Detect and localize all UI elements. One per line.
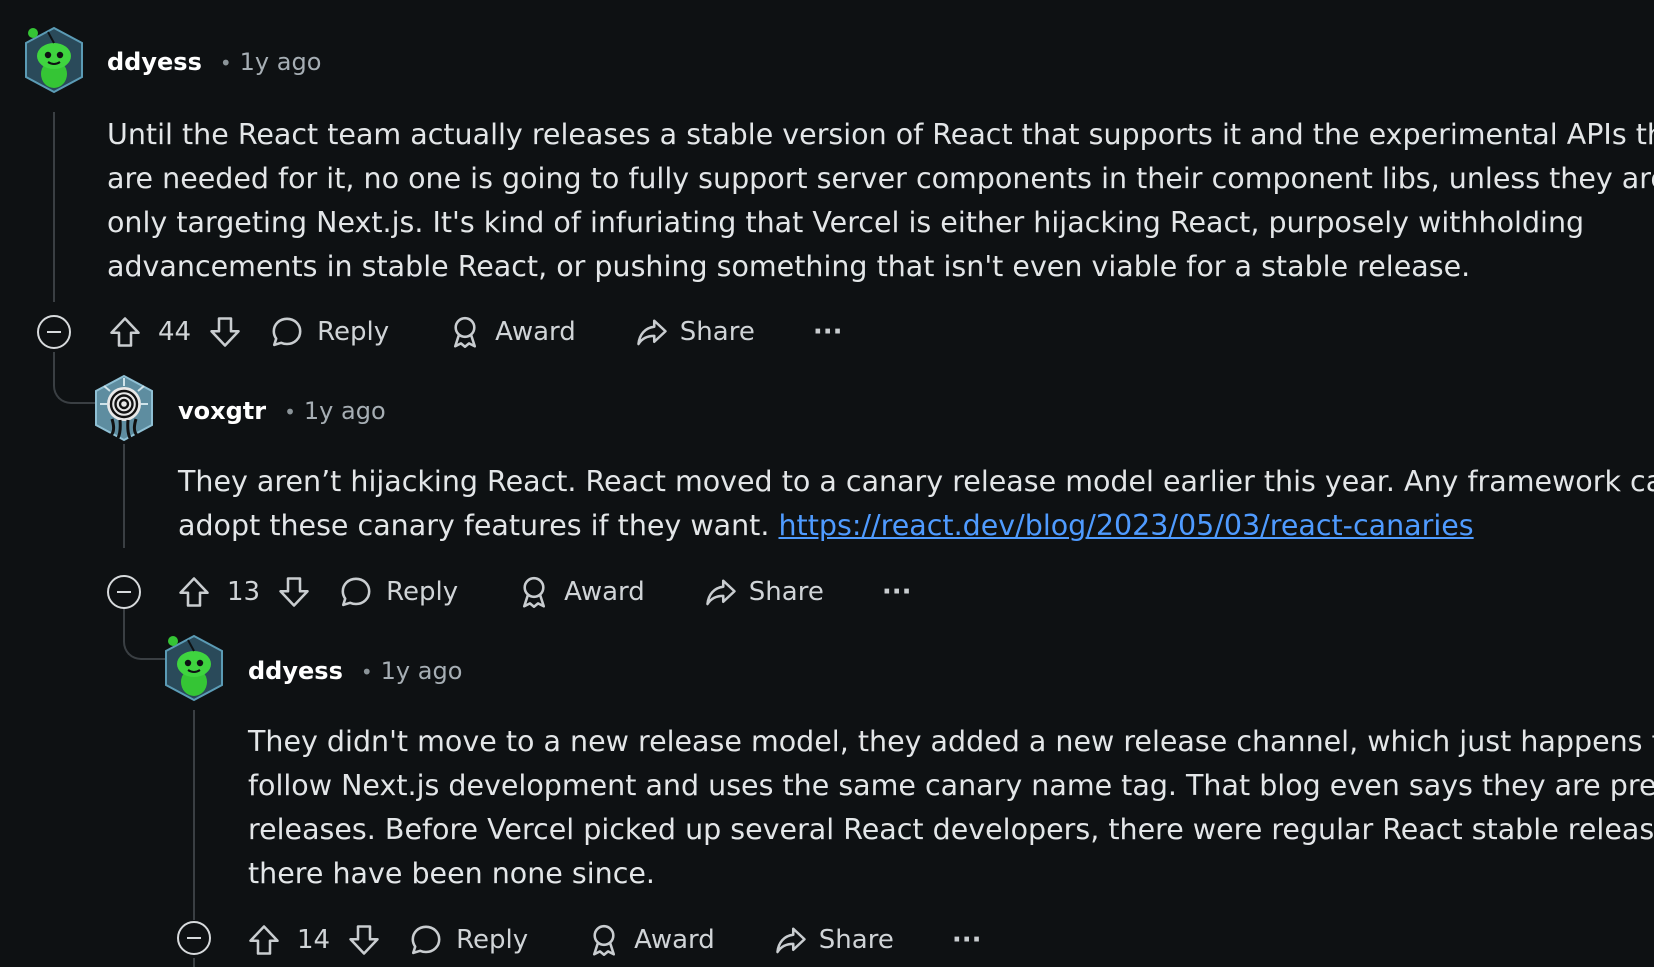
downvote-arrow-icon — [276, 574, 312, 610]
upvote-button[interactable] — [107, 314, 143, 350]
comment-body: They aren’t hijacking React. React moved… — [178, 460, 1654, 548]
comment-actions: 44 Reply Award Share ··· — [107, 310, 842, 354]
downvote-arrow-icon — [207, 314, 243, 350]
vote-count: 13 — [227, 577, 261, 607]
share-button[interactable]: Share — [634, 314, 755, 350]
share-arrow-icon — [634, 314, 670, 350]
award-ribbon-icon — [516, 574, 552, 610]
comment-actions: 14 Reply Award Share ··· — [246, 918, 981, 962]
reply-button[interactable]: Reply — [338, 574, 458, 610]
comment-meta: voxgtr • 1y ago — [178, 397, 386, 425]
comment-time[interactable]: 1y ago — [240, 48, 322, 76]
thread-line[interactable] — [123, 444, 125, 548]
minus-circle-icon — [36, 314, 72, 350]
share-arrow-icon — [703, 574, 739, 610]
spiral-avatar-icon[interactable] — [92, 374, 156, 442]
thread-line[interactable] — [193, 710, 195, 920]
share-label: Share — [818, 925, 894, 955]
chat-bubble-icon — [338, 574, 374, 610]
reply-button[interactable]: Reply — [408, 922, 528, 958]
award-button[interactable]: Award — [586, 922, 715, 958]
reply-button[interactable]: Reply — [269, 314, 389, 350]
author-name[interactable]: ddyess — [248, 657, 343, 685]
award-label: Award — [495, 317, 576, 347]
meta-separator: • — [284, 400, 296, 424]
upvote-arrow-icon — [107, 314, 143, 350]
comment-body-line: are needed for it, no one is going to fu… — [107, 162, 1654, 195]
comment-body-line: releases. Before Vercel picked up severa… — [248, 813, 1654, 846]
downvote-button[interactable] — [346, 922, 382, 958]
reply-label: Reply — [386, 577, 459, 607]
comment-body-line: Until the React team actually releases a… — [107, 118, 1654, 151]
downvote-button[interactable] — [276, 574, 312, 610]
collapse-button[interactable] — [176, 920, 212, 956]
vote-count: 44 — [158, 317, 192, 347]
chat-bubble-icon — [269, 314, 305, 350]
reply-label: Reply — [456, 925, 529, 955]
thread-line[interactable] — [193, 958, 195, 967]
snoo-green-avatar-icon[interactable] — [162, 634, 226, 702]
comment-body-line: only targeting Next.js. It's kind of inf… — [107, 206, 1585, 239]
comment-meta: ddyess • 1y ago — [107, 48, 321, 76]
share-label: Share — [679, 317, 755, 347]
comment-body-line-with-link: adopt these canary features if they want… — [178, 504, 1654, 548]
comment-body-line: advancements in stable React, or pushing… — [107, 250, 1471, 283]
minus-circle-icon — [106, 574, 142, 610]
award-button[interactable]: Award — [516, 574, 645, 610]
thread-line[interactable] — [53, 112, 55, 302]
more-options-button[interactable]: ··· — [952, 925, 982, 955]
comment-body-line: They didn't move to a new release model,… — [248, 725, 1654, 758]
upvote-button[interactable] — [176, 574, 212, 610]
meta-separator: • — [360, 660, 373, 684]
snoo-green-avatar-icon[interactable] — [22, 26, 86, 94]
comment-meta: ddyess • 1y ago — [248, 657, 462, 685]
author-name[interactable]: voxgtr — [178, 397, 266, 425]
collapse-button[interactable] — [106, 574, 142, 610]
award-ribbon-icon — [447, 314, 483, 350]
thread-elbow — [53, 352, 95, 404]
comment-body-line: there have been none since. — [248, 857, 655, 890]
comment-actions: 13 Reply Award Share ··· — [176, 570, 911, 614]
comment-body: Until the React team actually releases a… — [107, 113, 1654, 289]
comment-body-line: They aren’t hijacking React. React moved… — [178, 465, 1654, 498]
downvote-arrow-icon — [346, 922, 382, 958]
more-options-icon: ··· — [881, 577, 912, 607]
upvote-arrow-icon — [176, 574, 212, 610]
award-label: Award — [564, 577, 645, 607]
minus-circle-icon — [176, 920, 212, 956]
comment-thread: ddyess • 1y ago Until the React team act… — [0, 0, 1654, 967]
more-options-button[interactable]: ··· — [882, 577, 912, 607]
comment-time[interactable]: 1y ago — [304, 397, 386, 425]
share-button[interactable]: Share — [703, 574, 824, 610]
comment-body: They didn't move to a new release model,… — [248, 720, 1654, 896]
chat-bubble-icon — [408, 922, 444, 958]
award-button[interactable]: Award — [447, 314, 576, 350]
comment-body-text: adopt these canary features if they want… — [178, 509, 779, 542]
more-options-icon: ··· — [812, 317, 843, 347]
vote-count: 14 — [297, 925, 331, 955]
award-ribbon-icon — [586, 922, 622, 958]
thread-elbow — [123, 608, 165, 660]
author-name[interactable]: ddyess — [107, 48, 202, 76]
share-label: Share — [748, 577, 824, 607]
react-canaries-link[interactable]: https://react.dev/blog/2023/05/03/react-… — [778, 509, 1473, 542]
upvote-button[interactable] — [246, 922, 282, 958]
meta-separator: • — [219, 51, 232, 75]
reply-label: Reply — [317, 317, 390, 347]
more-options-button[interactable]: ··· — [813, 317, 843, 347]
share-arrow-icon — [773, 922, 809, 958]
award-label: Award — [634, 925, 715, 955]
downvote-button[interactable] — [207, 314, 243, 350]
comment-body-line: follow Next.js development and uses the … — [248, 769, 1654, 802]
comment-time[interactable]: 1y ago — [381, 657, 463, 685]
collapse-button[interactable] — [36, 314, 72, 350]
more-options-icon: ··· — [951, 925, 982, 955]
share-button[interactable]: Share — [773, 922, 894, 958]
upvote-arrow-icon — [246, 922, 282, 958]
